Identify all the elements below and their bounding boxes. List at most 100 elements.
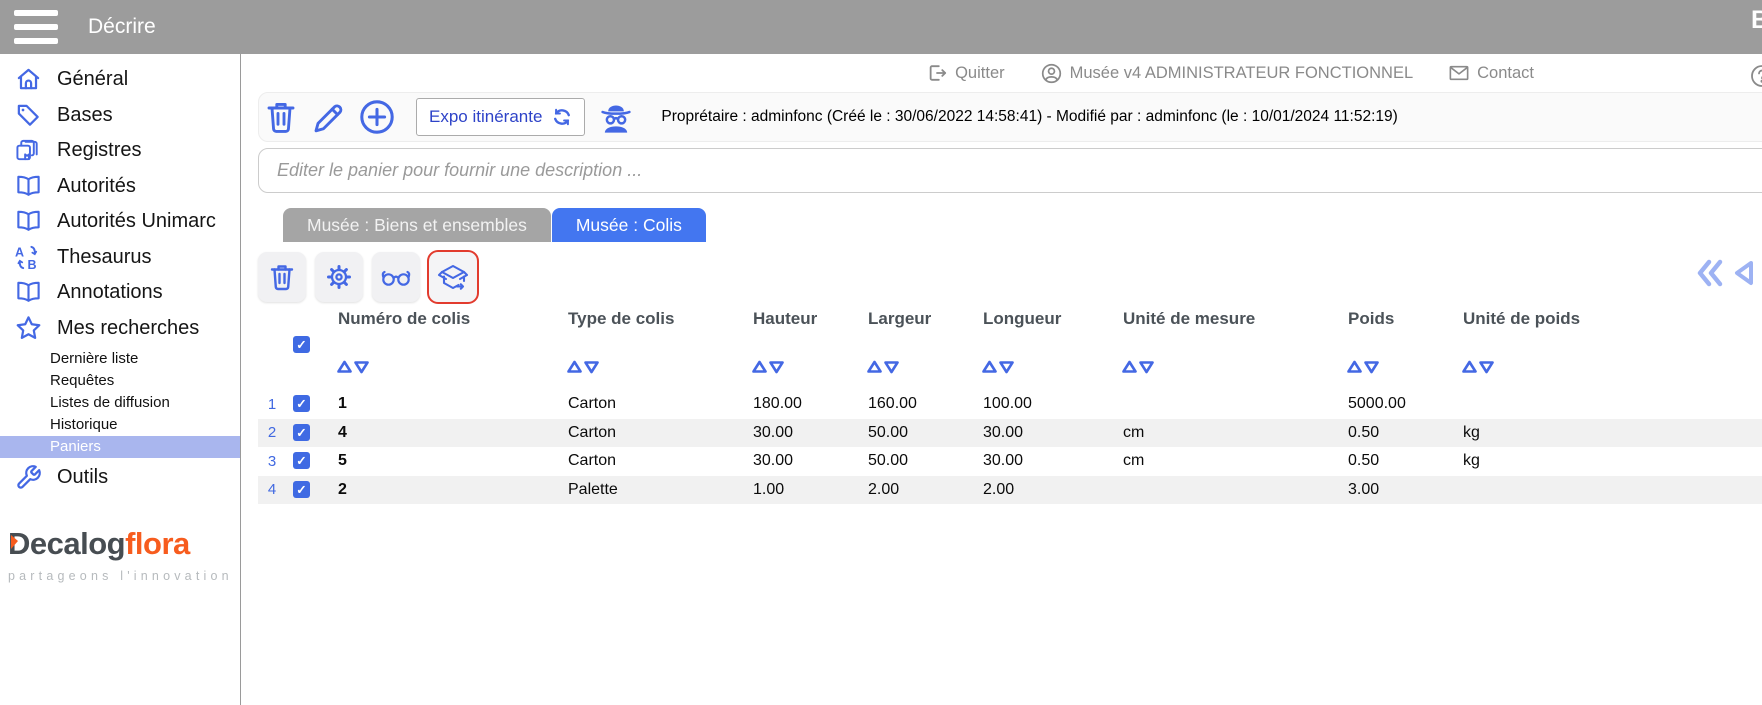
glasses-icon [379, 265, 413, 289]
logout-icon [927, 63, 947, 83]
cell-Poids: 3.00 [1336, 481, 1451, 499]
delete-basket-button[interactable] [264, 99, 298, 135]
top-bar: Décrire B [0, 0, 1762, 54]
sidebar-item-registres[interactable]: Registres [0, 133, 240, 169]
column-header-4[interactable]: Longueur [971, 309, 1111, 329]
subnav-item-paniers[interactable]: Paniers [0, 436, 240, 458]
spy-mode-button[interactable] [597, 98, 635, 136]
sort-asc-desc-icon[interactable] [1461, 360, 1497, 374]
basket-toolbar: Expo itinérante Proprétaire : adminfonc … [264, 94, 1398, 140]
cell-Unité de mesure: cm [1111, 452, 1336, 470]
subnav-item-listes-de-diffusion[interactable]: Listes de diffusion [0, 392, 240, 414]
cell-Unité de poids: kg [1451, 452, 1751, 470]
basket-selector-button[interactable]: Expo itinérante [416, 98, 585, 136]
tab-colis[interactable]: Musée : Colis [552, 208, 706, 242]
cell-Type de colis: Carton [556, 424, 741, 442]
row-index-link[interactable]: 4 [258, 481, 286, 498]
row-checkbox[interactable]: ✓ [293, 452, 310, 469]
subnav-item-historique[interactable]: Historique [0, 414, 240, 436]
home-icon [15, 66, 42, 93]
user-account-link[interactable]: Musée v4 ADMINISTRATEUR FONCTIONNEL [1041, 63, 1414, 84]
settings-button[interactable] [315, 252, 363, 302]
sort-asc-desc-icon[interactable] [566, 360, 602, 374]
edit-basket-button[interactable] [310, 99, 346, 135]
user-label: Musée v4 ADMINISTRATEUR FONCTIONNEL [1070, 64, 1414, 83]
sort-buttons-2[interactable] [741, 360, 856, 379]
cell-Longueur: 30.00 [971, 452, 1111, 470]
row-index-link[interactable]: 1 [258, 396, 286, 413]
tab-biens-et-ensembles[interactable]: Musée : Biens et ensembles [283, 208, 551, 242]
column-header-5[interactable]: Unité de mesure [1111, 309, 1336, 329]
cell-Numéro de colis: 1 [326, 395, 556, 413]
quit-link[interactable]: Quitter [927, 63, 1005, 83]
sidebar-item-thesaurus[interactable]: AB Thesaurus [0, 240, 240, 276]
cell-Longueur: 30.00 [971, 424, 1111, 442]
prev-page-icon[interactable] [1731, 258, 1757, 288]
cell-Numéro de colis: 5 [326, 452, 556, 470]
sidebar-item-annotations[interactable]: Annotations [0, 275, 240, 311]
column-header-3[interactable]: Largeur [856, 309, 971, 329]
select-all-checkbox[interactable]: ✓ [293, 336, 310, 353]
sort-buttons-4[interactable] [971, 360, 1111, 379]
trash-icon [268, 262, 296, 292]
logo-brand-dark: Decalog [8, 526, 125, 561]
owner-info: Proprétaire : adminfonc (Créé le : 30/06… [661, 108, 1397, 126]
module-title: Décrire [88, 15, 156, 39]
list-toolbar [258, 252, 477, 302]
row-index-link[interactable]: 3 [258, 453, 286, 470]
column-header-0[interactable]: Numéro de colis [326, 309, 556, 329]
row-checkbox-cell: ✓ [286, 395, 326, 413]
column-header-7[interactable]: Unité de poids [1451, 309, 1751, 329]
sort-buttons-7[interactable] [1451, 360, 1751, 379]
sort-asc-desc-icon[interactable] [1346, 360, 1382, 374]
column-header-2[interactable]: Hauteur [741, 309, 856, 329]
sidebar: Général Bases Registres Autorités Autori… [0, 54, 241, 705]
add-basket-button[interactable] [358, 98, 396, 136]
sort-asc-desc-icon[interactable] [1121, 360, 1157, 374]
svg-text:A: A [15, 245, 24, 259]
cell-Poids: 5000.00 [1336, 395, 1451, 413]
row-checkbox[interactable]: ✓ [293, 395, 310, 412]
sort-buttons-5[interactable] [1111, 360, 1336, 379]
sidebar-item-autorites[interactable]: Autorités [0, 169, 240, 205]
sort-asc-desc-icon[interactable] [866, 360, 902, 374]
contact-link[interactable]: Contact [1449, 64, 1534, 83]
column-header-1[interactable]: Type de colis [556, 309, 741, 329]
sidebar-item-label: Annotations [57, 281, 163, 304]
sort-buttons-0[interactable] [326, 360, 556, 379]
contact-label: Contact [1477, 64, 1534, 83]
row-checkbox[interactable]: ✓ [293, 481, 310, 498]
basket-description-input[interactable] [258, 148, 1762, 193]
sidebar-item-bases[interactable]: Bases [0, 98, 240, 134]
sort-asc-desc-icon[interactable] [751, 360, 787, 374]
sort-asc-desc-icon[interactable] [981, 360, 1017, 374]
sort-buttons-1[interactable] [556, 360, 741, 379]
cell-Hauteur: 30.00 [741, 424, 856, 442]
logo-tagline: partageons l'innovation [8, 569, 240, 583]
wrench-icon [15, 464, 42, 491]
export-colis-button[interactable] [429, 252, 477, 302]
delete-selection-button[interactable] [258, 252, 306, 302]
sort-buttons-6[interactable] [1336, 360, 1451, 379]
sidebar-item-label: Thesaurus [57, 246, 152, 269]
help-icon[interactable] [1750, 64, 1762, 93]
sidebar-item-label: Outils [57, 466, 108, 489]
sidebar-item-mes-recherches[interactable]: Mes recherches [0, 311, 240, 347]
sidebar-item-general[interactable]: Général [0, 62, 240, 98]
subnav-item-requetes[interactable]: Requêtes [0, 370, 240, 392]
row-index-link[interactable]: 2 [258, 424, 286, 441]
hamburger-menu-icon[interactable] [14, 10, 58, 44]
preview-button[interactable] [372, 252, 420, 302]
sidebar-item-autorites-unimarc[interactable]: Autorités Unimarc [0, 204, 240, 240]
sidebar-item-label: Bases [57, 104, 113, 127]
column-header-6[interactable]: Poids [1336, 309, 1451, 329]
cell-Hauteur: 30.00 [741, 452, 856, 470]
sidebar-item-outils[interactable]: Outils [0, 460, 240, 496]
row-checkbox[interactable]: ✓ [293, 424, 310, 441]
first-page-icon[interactable] [1694, 258, 1728, 288]
table-body: 1✓1Carton180.00160.00100.005000.002✓4Car… [258, 390, 1762, 504]
cell-Type de colis: Carton [556, 452, 741, 470]
sort-buttons-3[interactable] [856, 360, 971, 379]
subnav-item-derniere-liste[interactable]: Dernière liste [0, 348, 240, 370]
sort-asc-desc-icon[interactable] [336, 360, 372, 374]
